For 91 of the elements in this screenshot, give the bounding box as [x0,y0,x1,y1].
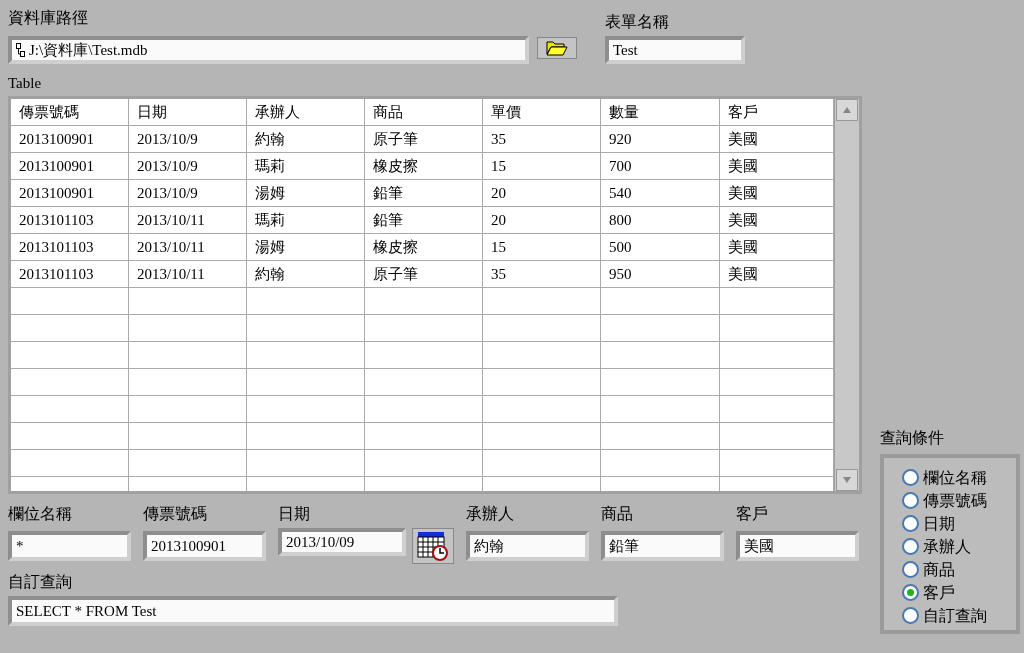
table-cell: 湯姆 [247,234,364,260]
column-header[interactable]: 日期 [129,99,246,125]
column-header[interactable]: 傳票號碼 [11,99,128,125]
scroll-down-icon[interactable] [836,469,859,491]
table-cell: 約翰 [247,261,364,287]
table-cell: 2013100901 [11,126,128,152]
table-cell: 950 [601,261,719,287]
table-cell: 約翰 [247,126,364,152]
radio-label: 欄位名稱 [923,467,987,488]
table-cell: 2013100901 [11,153,128,179]
radio-label: 傳票號碼 [923,490,987,511]
table-cell: 2013/10/9 [129,126,246,152]
field-label: 表單名稱 [605,12,670,32]
table-cell: 橡皮擦 [365,234,482,260]
radio-button[interactable] [902,492,919,509]
table-cell: 2013/10/11 [129,207,246,233]
table-cell: 美國 [720,180,833,206]
table-cell: 美國 [720,234,833,260]
column-header[interactable]: 單價 [483,99,600,125]
table-cell: 鉛筆 [365,207,482,233]
column-header[interactable]: 數量 [601,99,719,125]
table-cell: 美國 [720,207,833,233]
radio-label: 日期 [923,513,955,534]
radio-button[interactable] [902,584,919,601]
table-cell: 2013101103 [11,261,128,287]
table-cell: 800 [601,207,719,233]
table-cell: 35 [483,261,600,287]
text-field[interactable]: * [8,531,131,561]
text-field[interactable]: 2013100901 [143,531,266,561]
table-cell: 瑪莉 [247,153,364,179]
scroll-up-icon[interactable] [836,99,859,121]
field-label: 客戶 [736,504,769,524]
calendar-button[interactable] [412,528,454,564]
field-label: 自訂查詢 [8,572,73,592]
table-cell: 540 [601,180,719,206]
radio-button[interactable] [902,469,919,486]
field-label: 資料庫路徑 [8,8,89,28]
table-cell: 美國 [720,126,833,152]
radio-button[interactable] [902,607,919,624]
calendar-icon [417,531,449,561]
table-cell: 15 [483,153,600,179]
table-cell: 原子筆 [365,126,482,152]
path-icon [16,43,25,57]
field-label: 商品 [601,504,634,524]
radio-label: 客戶 [923,582,955,603]
radio-label: 自訂查詢 [923,605,987,626]
table-cell: 2013/10/11 [129,234,246,260]
table-cell: 2013/10/11 [129,261,246,287]
table-cell: 2013101103 [11,207,128,233]
radio-label: 承辦人 [923,536,971,557]
date-field[interactable]: 2013/10/09 [278,528,406,556]
column-header[interactable]: 承辦人 [247,99,364,125]
scrollbar[interactable] [835,99,859,491]
table-cell: 瑪莉 [247,207,364,233]
radio-label: 商品 [923,559,955,580]
table-cell: 500 [601,234,719,260]
table-cell: 美國 [720,261,833,287]
table-cell: 20 [483,207,600,233]
folder-icon [546,40,568,56]
table-cell: 鉛筆 [365,180,482,206]
browse-button[interactable] [537,37,577,59]
panel-label: 查詢條件 [880,428,945,448]
table-cell: 2013100901 [11,180,128,206]
radio-button[interactable] [902,538,919,555]
table-cell: 2013/10/9 [129,180,246,206]
field-label: 傳票號碼 [143,504,208,524]
text-field[interactable]: 美國 [736,531,859,561]
table-cell: 原子筆 [365,261,482,287]
table-cell: 700 [601,153,719,179]
table-cell: 20 [483,180,600,206]
field-label: 日期 [278,504,311,524]
column-header[interactable]: 客戶 [720,99,833,125]
text-field[interactable]: 約翰 [466,531,589,561]
radio-button[interactable] [902,515,919,532]
table-cell: 橡皮擦 [365,153,482,179]
form-name-field[interactable]: Test [605,36,745,64]
path-field[interactable]: J:\資料庫\Test.mdb [8,36,529,64]
table-label: Table [8,74,43,93]
field-label: 承辦人 [466,504,515,524]
table-cell: 美國 [720,153,833,179]
table-cell: 35 [483,126,600,152]
text-field[interactable]: 鉛筆 [601,531,724,561]
table-cell: 15 [483,234,600,260]
query-field[interactable]: SELECT * FROM Test [8,596,618,626]
table-cell: 920 [601,126,719,152]
radio-button[interactable] [902,561,919,578]
field-label: 欄位名稱 [8,504,73,524]
column-header[interactable]: 商品 [365,99,482,125]
table-cell: 湯姆 [247,180,364,206]
table-cell: 2013/10/9 [129,153,246,179]
table-cell: 2013101103 [11,234,128,260]
